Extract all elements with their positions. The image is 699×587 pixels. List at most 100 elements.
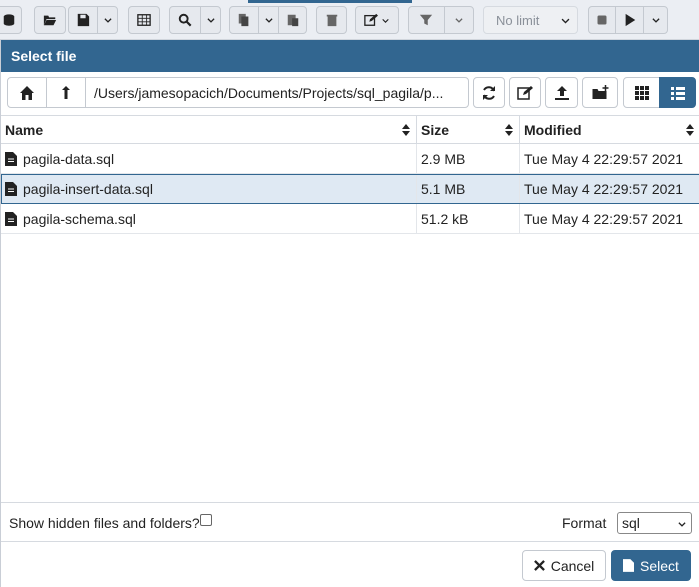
- folder-open-icon: [43, 15, 57, 26]
- chevron-down-icon: [206, 18, 215, 23]
- active-tab-indicator: [248, 0, 412, 3]
- close-icon: [533, 560, 545, 571]
- column-name[interactable]: Name: [1, 116, 417, 144]
- sort-icon: [402, 124, 410, 136]
- file-table: Name Size Modified pagila-data.sql 2.9 M…: [1, 115, 699, 502]
- filter-dropdown[interactable]: [443, 7, 473, 33]
- filter-icon: [420, 14, 433, 26]
- chevron-down-icon: [264, 18, 273, 23]
- chevron-down-icon: [561, 18, 570, 24]
- view-data-button[interactable]: [128, 6, 160, 34]
- format-value: sql: [622, 515, 640, 531]
- rename-button[interactable]: [509, 77, 541, 108]
- select-button[interactable]: Select: [611, 550, 691, 581]
- home-icon: [20, 85, 34, 100]
- file-navigation-bar: /Users/jamesopacich/Documents/Projects/s…: [7, 77, 699, 109]
- file-name-cell: pagila-schema.sql: [1, 204, 417, 234]
- stop-icon: [597, 15, 607, 25]
- chevron-down-icon: [455, 18, 463, 23]
- select-file-dialog: Select file /Users/jamesopacich/Document…: [0, 40, 699, 587]
- chevron-down-icon: [382, 18, 389, 23]
- file-name: pagila-schema.sql: [23, 211, 136, 227]
- file-icon: [5, 212, 17, 226]
- list-view-button[interactable]: [659, 77, 696, 108]
- play-icon: [625, 13, 635, 27]
- paste-button[interactable]: [278, 7, 306, 33]
- show-hidden-checkbox[interactable]: [200, 514, 212, 526]
- row-limit-value: No limit: [496, 12, 540, 28]
- column-modified[interactable]: Modified: [520, 116, 699, 144]
- file-icon: [623, 559, 635, 572]
- edit-button[interactable]: [355, 6, 399, 34]
- path-input[interactable]: /Users/jamesopacich/Documents/Projects/s…: [85, 77, 469, 108]
- new-folder-button[interactable]: [582, 77, 618, 108]
- file-name-cell: pagila-insert-data.sql: [1, 174, 417, 204]
- grid-view-button[interactable]: [623, 77, 660, 108]
- chevron-down-icon: [678, 522, 686, 527]
- edit-icon: [517, 85, 533, 100]
- execute-button[interactable]: [615, 7, 643, 33]
- table-row[interactable]: pagila-data.sql 2.9 MB Tue May 4 22:29:5…: [1, 144, 699, 174]
- edit-icon: [364, 13, 378, 26]
- save-button[interactable]: [68, 6, 118, 34]
- upload-icon: [554, 85, 569, 100]
- column-name-label: Name: [5, 122, 44, 138]
- table-row[interactable]: pagila-schema.sql 51.2 kB Tue May 4 22:2…: [1, 204, 699, 234]
- chevron-down-icon: [103, 18, 112, 23]
- save-icon: [77, 13, 90, 27]
- file-modified: Tue May 4 22:29:57 2021: [524, 151, 684, 167]
- search-icon: [178, 13, 192, 27]
- paste-icon: [287, 14, 298, 27]
- table-icon: [137, 14, 151, 26]
- level-up-icon: [62, 85, 70, 99]
- options-bar: Show hidden files and folders? Format sq…: [1, 502, 699, 542]
- database-button[interactable]: [0, 6, 22, 34]
- select-label: Select: [640, 557, 679, 574]
- file-size: 2.9 MB: [417, 144, 520, 174]
- dialog-title: Select file: [1, 40, 699, 72]
- database-icon: [3, 14, 15, 26]
- chevron-down-icon: [651, 18, 660, 23]
- folder-plus-icon: [592, 84, 608, 99]
- stop-button[interactable]: [589, 14, 615, 26]
- sort-icon: [505, 124, 513, 136]
- copy-button[interactable]: [229, 6, 307, 34]
- table-row[interactable]: pagila-insert-data.sql 5.1 MB Tue May 4 …: [1, 174, 699, 204]
- grid-icon: [634, 85, 649, 100]
- file-icon: [5, 182, 17, 196]
- file-icon: [5, 152, 17, 166]
- parent-folder-button[interactable]: [46, 77, 86, 108]
- find-dropdown[interactable]: [200, 7, 220, 33]
- save-dropdown[interactable]: [97, 7, 117, 33]
- home-button[interactable]: [7, 77, 47, 108]
- column-size-label: Size: [421, 122, 450, 138]
- list-icon: [670, 86, 685, 100]
- trash-icon: [326, 14, 337, 27]
- file-name: pagila-data.sql: [23, 151, 115, 167]
- file-name-cell: pagila-data.sql: [1, 144, 417, 174]
- file-size: 51.2 kB: [417, 204, 520, 234]
- table-header: Name Size Modified: [1, 116, 699, 144]
- execute-group: [588, 6, 668, 34]
- refresh-button[interactable]: [473, 77, 505, 108]
- column-size[interactable]: Size: [417, 116, 520, 144]
- refresh-icon: [483, 85, 495, 100]
- show-hidden-label: Show hidden files and folders?: [9, 515, 200, 531]
- file-size: 5.1 MB: [417, 174, 520, 204]
- find-button[interactable]: [169, 6, 221, 34]
- open-file-button[interactable]: [34, 6, 66, 34]
- format-select[interactable]: sql: [617, 512, 692, 534]
- filter-button[interactable]: [408, 6, 474, 34]
- file-modified: Tue May 4 22:29:57 2021: [524, 211, 684, 227]
- copy-icon: [238, 13, 249, 27]
- cancel-button[interactable]: Cancel: [522, 550, 606, 581]
- format-label: Format: [562, 515, 607, 531]
- upload-button[interactable]: [545, 77, 578, 108]
- delete-button[interactable]: [316, 6, 347, 34]
- row-limit-select[interactable]: No limit: [483, 6, 578, 34]
- sort-icon: [686, 124, 694, 136]
- copy-dropdown[interactable]: [258, 7, 278, 33]
- execute-dropdown[interactable]: [643, 7, 667, 33]
- column-modified-label: Modified: [524, 122, 582, 138]
- file-name: pagila-insert-data.sql: [23, 181, 153, 197]
